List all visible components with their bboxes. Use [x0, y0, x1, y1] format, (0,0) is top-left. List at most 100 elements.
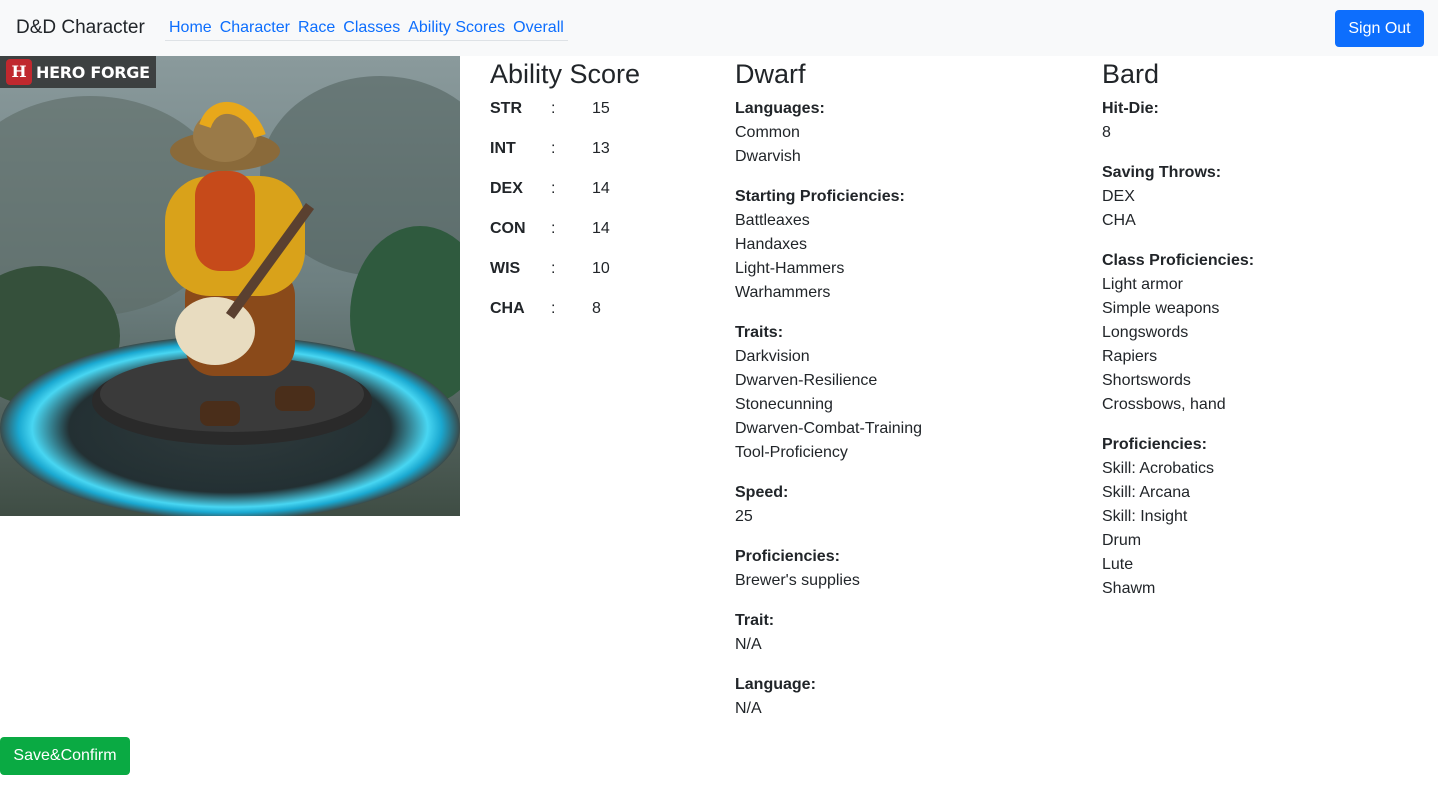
race-section-item: 25 [735, 508, 753, 525]
race-section-item: Stonecunning [735, 396, 833, 413]
ability-value: 15 [592, 100, 610, 117]
ability-separator: : [551, 140, 556, 157]
nav-link-race[interactable]: Race [298, 16, 335, 40]
race-section: Starting Proficiencies: Battleaxes Handaxe… [735, 185, 1075, 305]
race-section-item: Battleaxes [735, 212, 810, 229]
class-section-item: Simple weapons [1102, 300, 1220, 317]
race-section-title: Proficiencies: [735, 548, 840, 565]
race-section-item: Dwarvish [735, 148, 801, 165]
race-section-item: Handaxes [735, 236, 808, 253]
class-section-item: Skill: Insight [1102, 508, 1188, 525]
class-section-item: Skill: Arcana [1102, 484, 1191, 501]
ability-name: DEX [490, 180, 523, 197]
race-section-item: N/A [735, 636, 762, 653]
ability-row-cha: CHA: 8 [490, 297, 710, 337]
race-title: Dwarf [735, 59, 806, 89]
race-section-item: Dwarven-Combat-Training [735, 420, 923, 437]
class-section-item: Shortswords [1102, 372, 1191, 389]
ability-row-str: STR: 15 [490, 97, 710, 137]
ability-value: 10 [592, 260, 610, 277]
race-section-item: Light-Hammers [735, 260, 845, 277]
class-sections: Hit-Die: 8 Saving Throws: DEX CHA Class Profi… [1102, 97, 1422, 601]
ability-score-list: STR: 15 INT: 13 DEX: 14 CON: 14 WIS: 10 CHA: 8 [490, 97, 710, 337]
class-section-item: Lute [1102, 556, 1134, 573]
race-section-title: Language: [735, 676, 816, 693]
class-section-item: 8 [1102, 124, 1111, 141]
class-section-item: Skill: Acrobatics [1102, 460, 1215, 477]
race-section-item: Darkvision [735, 348, 810, 365]
class-section-item: Crossbows, hand [1102, 396, 1226, 413]
ability-row-con: CON: 14 [490, 217, 710, 257]
class-section-title: Class Proficiencies: [1102, 252, 1255, 269]
race-section: Trait: N/A [735, 609, 1075, 657]
ability-value: 13 [592, 140, 610, 157]
race-section: Traits: Darkvision Dwarven-Resilience Stone… [735, 321, 1075, 465]
race-section-title: Trait: [735, 612, 775, 629]
hero-forge-logo: H HERO FORGE [0, 56, 156, 88]
ability-value: 8 [592, 300, 601, 317]
brand-link[interactable]: D&D Character [16, 16, 145, 40]
save-confirm-button[interactable]: Save&Confirm [0, 737, 130, 775]
class-section-title: Hit-Die: [1102, 100, 1159, 117]
race-section: Language: N/A [735, 673, 1075, 721]
ability-separator: : [551, 260, 556, 277]
ability-value: 14 [592, 180, 610, 197]
class-section: Saving Throws: DEX CHA [1102, 161, 1422, 233]
race-section-item: Dwarven-Resilience [735, 372, 878, 389]
ability-name: INT [490, 140, 516, 157]
nav-link-overall[interactable]: Overall [513, 16, 564, 40]
hero-forge-logo-mark: H [6, 59, 32, 85]
ability-name: CON [490, 220, 526, 237]
race-section-item: N/A [735, 700, 762, 717]
ability-row-int: INT: 13 [490, 137, 710, 177]
race-column: Dwarf Languages: Common Dwarvish Starting P… [735, 56, 1075, 721]
character-portrait-image: H HERO FORGE [0, 56, 460, 516]
race-section-item: Common [735, 124, 800, 141]
race-section-item: Warhammers [735, 284, 831, 301]
race-section-item: Tool-Proficiency [735, 444, 848, 461]
class-section-item: Shawm [1102, 580, 1156, 597]
race-section-item: Brewer's supplies [735, 572, 860, 589]
class-section-title: Saving Throws: [1102, 164, 1222, 181]
class-section: Class Proficiencies: Light armor Simple we… [1102, 249, 1422, 417]
ability-score-title: Ability Score [490, 59, 641, 89]
ability-name: CHA [490, 300, 525, 317]
ability-name: STR [490, 100, 522, 117]
ability-row-wis: WIS: 10 [490, 257, 710, 297]
class-title: Bard [1102, 59, 1160, 89]
ability-name: WIS [490, 260, 521, 277]
class-section-item: DEX [1102, 188, 1135, 205]
class-section-item: CHA [1102, 212, 1136, 229]
race-section-title: Starting Proficiencies: [735, 188, 905, 205]
race-section-title: Traits: [735, 324, 784, 341]
race-section: Proficiencies: Brewer's supplies [735, 545, 1075, 593]
race-section-title: Speed: [735, 484, 789, 501]
nav-links: Home Character Race Classes Ability Scor… [165, 16, 568, 41]
ability-separator: : [551, 220, 556, 237]
portrait-illustration [0, 56, 460, 516]
race-section: Languages: Common Dwarvish [735, 97, 1075, 169]
ability-score-column: Ability Score STR: 15 INT: 13 DEX: 14 CON: 14 WI… [490, 56, 710, 337]
nav-link-ability-scores[interactable]: Ability Scores [408, 16, 505, 40]
class-section-item: Longswords [1102, 324, 1189, 341]
ability-separator: : [551, 300, 556, 317]
class-section: Proficiencies: Skill: Acrobatics Skill: Ar… [1102, 433, 1422, 601]
nav-link-classes[interactable]: Classes [343, 16, 400, 40]
class-column: Bard Hit-Die: 8 Saving Throws: DEX CHA Class … [1102, 56, 1422, 601]
class-section-title: Proficiencies: [1102, 436, 1207, 453]
sign-out-button[interactable]: Sign Out [1335, 10, 1424, 47]
nav-link-character[interactable]: Character [220, 16, 290, 40]
ability-row-dex: DEX: 14 [490, 177, 710, 217]
nav-link-home[interactable]: Home [169, 16, 212, 40]
race-section: Speed: 25 [735, 481, 1075, 529]
race-section-title: Languages: [735, 100, 825, 117]
class-section-item: Rapiers [1102, 348, 1158, 365]
ability-separator: : [551, 180, 556, 197]
race-sections: Languages: Common Dwarvish Starting Profici… [735, 97, 1075, 721]
navbar: D&D Character Home Character Race Classe… [0, 0, 1438, 56]
ability-separator: : [551, 100, 556, 117]
class-section: Hit-Die: 8 [1102, 97, 1422, 145]
ability-value: 14 [592, 220, 610, 237]
hero-forge-logo-text: HERO FORGE [36, 62, 150, 82]
class-section-item: Light armor [1102, 276, 1183, 293]
